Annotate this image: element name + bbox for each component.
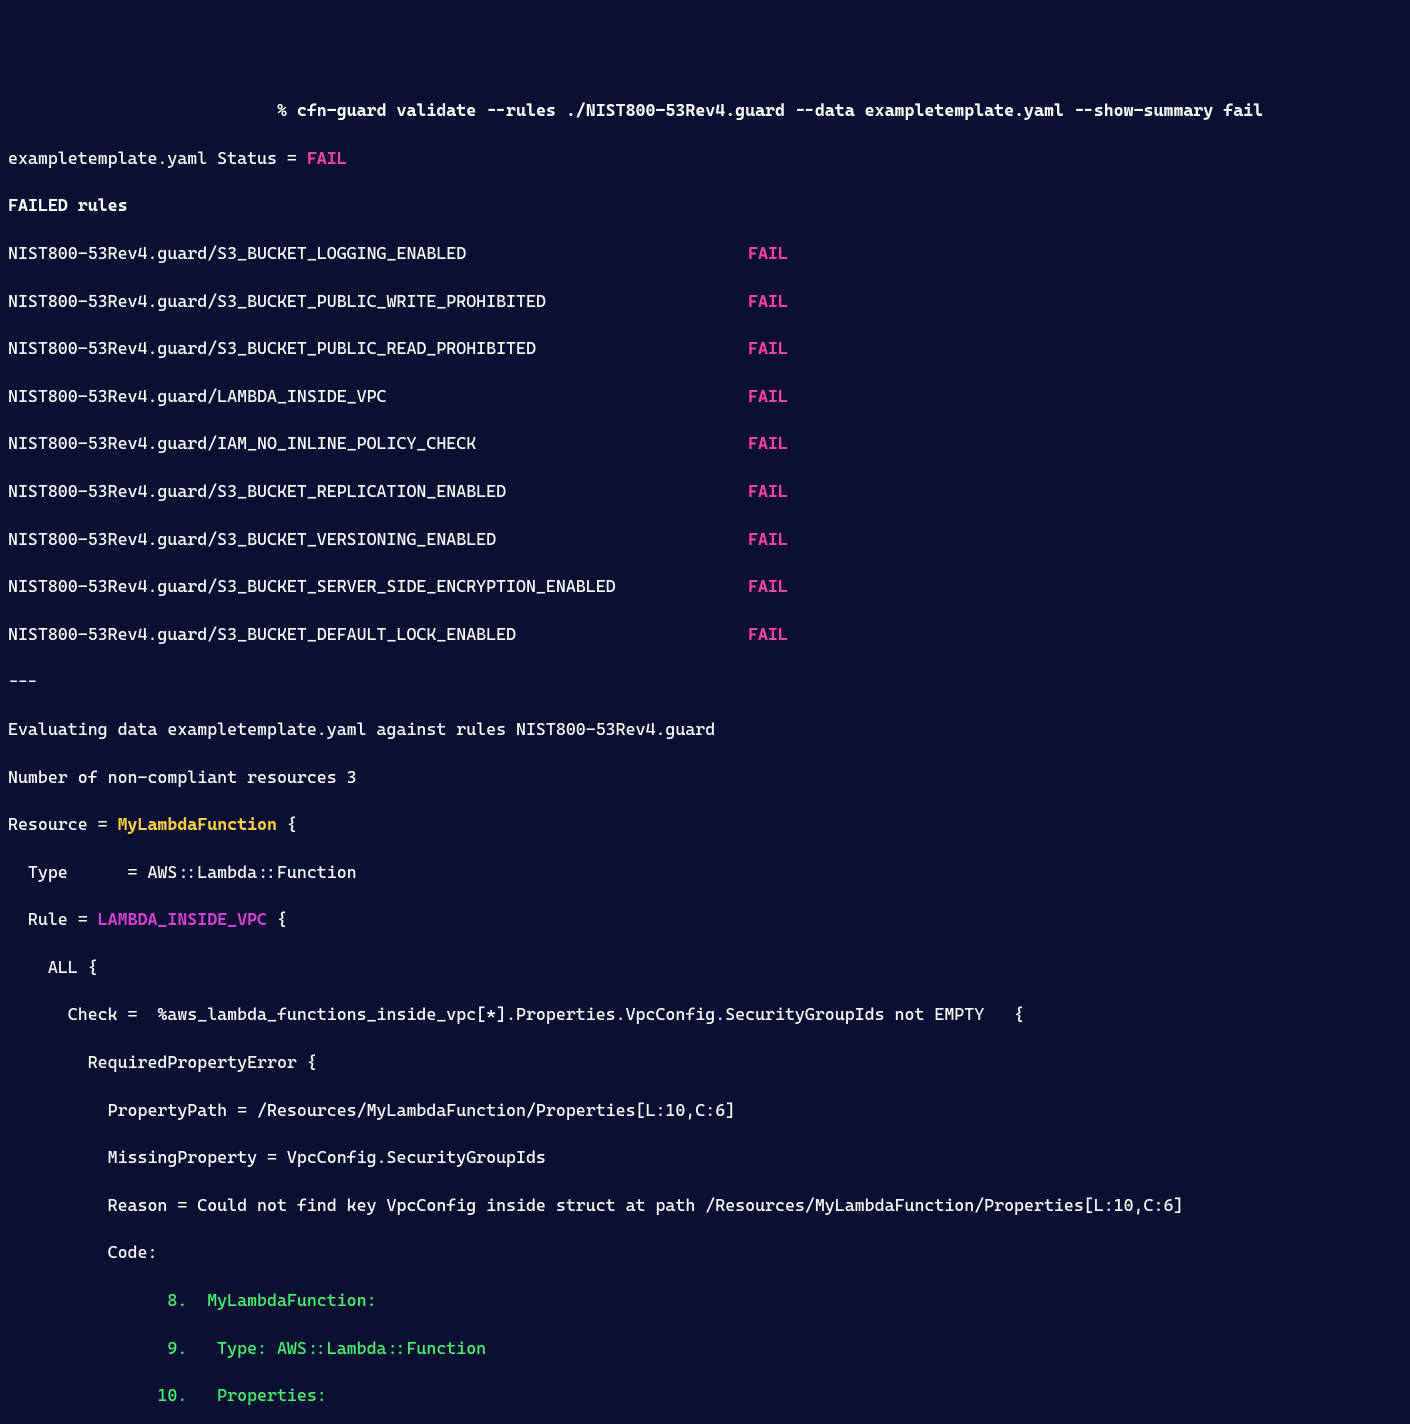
command-line: % cfn-guard validate --rules ./NIST800-5… — [8, 99, 1402, 123]
resource-name: MyLambdaFunction — [118, 814, 277, 834]
rule-status: FAIL — [748, 623, 788, 647]
code-line: 10. Properties: — [8, 1384, 1402, 1408]
rule-name: NIST800-53Rev4.guard/S3_BUCKET_SERVER_SI… — [8, 575, 748, 599]
noncompliant-line: Number of non-compliant resources 3 — [8, 766, 1402, 790]
rule-name: NIST800-53Rev4.guard/LAMBDA_INSIDE_VPC — [8, 385, 748, 409]
rule-row: NIST800-53Rev4.guard/S3_BUCKET_SERVER_SI… — [8, 575, 1402, 599]
rule-line: Rule = LAMBDA_INSIDE_VPC { — [8, 908, 1402, 932]
type-line: Type = AWS::Lambda::Function — [8, 861, 1402, 885]
rule-row: NIST800-53Rev4.guard/S3_BUCKET_PUBLIC_RE… — [8, 337, 1402, 361]
rule-name-highlight: LAMBDA_INSIDE_VPC — [98, 909, 267, 929]
resource-prefix: Resource = — [8, 814, 118, 834]
rule-suffix: { — [267, 909, 287, 929]
rule-status: FAIL — [748, 432, 788, 456]
rule-status: FAIL — [748, 480, 788, 504]
rule-name: NIST800-53Rev4.guard/S3_BUCKET_VERSIONIN… — [8, 528, 748, 552]
command-text: cfn-guard validate --rules ./NIST800-53R… — [297, 100, 1263, 120]
rule-status: FAIL — [748, 385, 788, 409]
rule-row: NIST800-53Rev4.guard/S3_BUCKET_LOGGING_E… — [8, 242, 1402, 266]
rule-row: NIST800-53Rev4.guard/S3_BUCKET_PUBLIC_WR… — [8, 290, 1402, 314]
prompt: % — [277, 100, 297, 120]
rule-row: NIST800-53Rev4.guard/S3_BUCKET_DEFAULT_L… — [8, 623, 1402, 647]
rule-name: NIST800-53Rev4.guard/S3_BUCKET_DEFAULT_L… — [8, 623, 748, 647]
status-prefix: exampletemplate.yaml Status = — [8, 148, 307, 168]
status-value: FAIL — [307, 148, 347, 168]
rule-status: FAIL — [748, 290, 788, 314]
rule-status: FAIL — [748, 575, 788, 599]
status-line: exampletemplate.yaml Status = FAIL — [8, 147, 1402, 171]
eval-line: Evaluating data exampletemplate.yaml aga… — [8, 718, 1402, 742]
prop-path: PropertyPath = /Resources/MyLambdaFuncti… — [8, 1099, 1402, 1123]
rule-status: FAIL — [748, 337, 788, 361]
rule-row: NIST800-53Rev4.guard/IAM_NO_INLINE_POLIC… — [8, 432, 1402, 456]
rule-name: NIST800-53Rev4.guard/S3_BUCKET_PUBLIC_RE… — [8, 337, 748, 361]
req-err: RequiredPropertyError { — [8, 1051, 1402, 1075]
code-line: 9. Type: AWS::Lambda::Function — [8, 1337, 1402, 1361]
rule-row: NIST800-53Rev4.guard/S3_BUCKET_REPLICATI… — [8, 480, 1402, 504]
rule-name: NIST800-53Rev4.guard/S3_BUCKET_PUBLIC_WR… — [8, 290, 748, 314]
resource-suffix: { — [277, 814, 297, 834]
rule-row: NIST800-53Rev4.guard/LAMBDA_INSIDE_VPCFA… — [8, 385, 1402, 409]
divider: --- — [8, 670, 1402, 694]
rule-prefix: Rule = — [8, 909, 98, 929]
code-line: 8. MyLambdaFunction: — [8, 1289, 1402, 1313]
rule-name: NIST800-53Rev4.guard/S3_BUCKET_REPLICATI… — [8, 480, 748, 504]
reason: Reason = Could not find key VpcConfig in… — [8, 1194, 1402, 1218]
rule-name: NIST800-53Rev4.guard/IAM_NO_INLINE_POLIC… — [8, 432, 748, 456]
rule-status: FAIL — [748, 528, 788, 552]
rule-name: NIST800-53Rev4.guard/S3_BUCKET_LOGGING_E… — [8, 242, 748, 266]
missing-prop: MissingProperty = VpcConfig.SecurityGrou… — [8, 1146, 1402, 1170]
all-open: ALL { — [8, 956, 1402, 980]
failed-rules-header: FAILED rules — [8, 194, 1402, 218]
code-label: Code: — [8, 1241, 1402, 1265]
check-line: Check = %aws_lambda_functions_inside_vpc… — [8, 1003, 1402, 1027]
rule-row: NIST800-53Rev4.guard/S3_BUCKET_VERSIONIN… — [8, 528, 1402, 552]
rule-status: FAIL — [748, 242, 788, 266]
resource-line: Resource = MyLambdaFunction { — [8, 813, 1402, 837]
